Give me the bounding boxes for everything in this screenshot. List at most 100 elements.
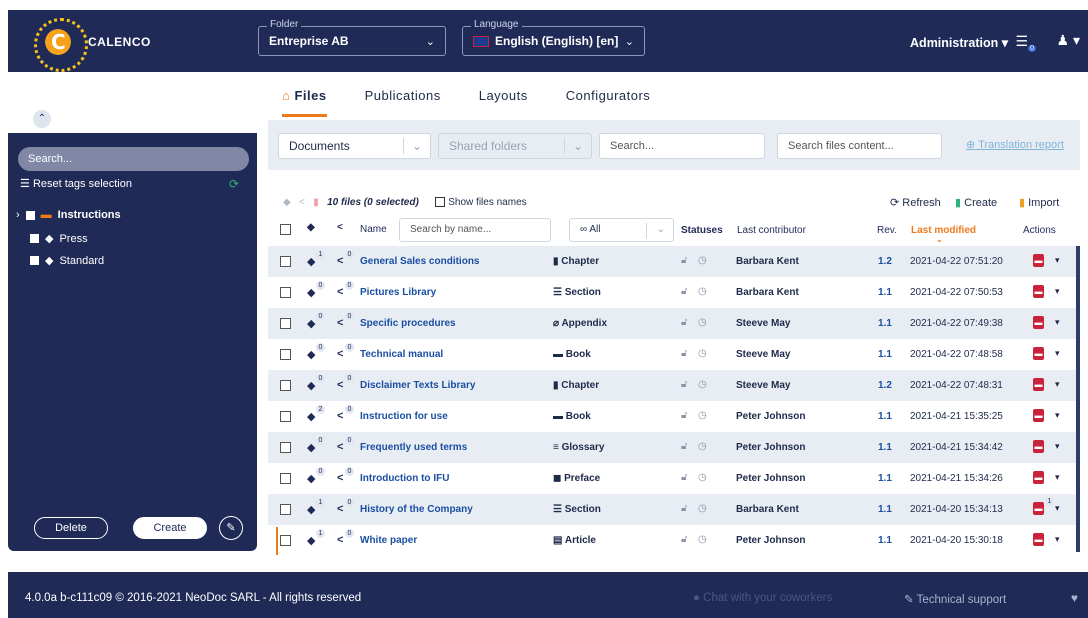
caret-down-icon[interactable]: ▾ (1055, 534, 1060, 545)
tag-icon[interactable]: ◆ (307, 379, 315, 392)
content-search-input[interactable]: Search files content... (777, 133, 942, 159)
caret-down-icon[interactable]: ▾ (1055, 472, 1060, 483)
row-checkbox[interactable] (280, 256, 291, 267)
table-row[interactable]: ◆ 1 < 0 History of the Company ☰ Section… (268, 494, 1076, 525)
tag-icon[interactable]: ◆ (307, 255, 315, 268)
revision-link[interactable]: 1.1 (878, 318, 892, 329)
tree-item-press[interactable]: ◆ Press (30, 232, 88, 245)
language-select[interactable]: Language English (English) [en] ⌄ (462, 19, 645, 56)
caret-down-icon[interactable]: ▾ (1055, 317, 1060, 328)
revision-link[interactable]: 1.1 (878, 535, 892, 546)
tree-item-instructions[interactable]: › ▬ Instructions (16, 209, 121, 221)
pdf-icon[interactable]: ▬ (1033, 254, 1044, 267)
table-row[interactable]: ◆ 0 < 0 Frequently used terms ≡ Glossary… (268, 432, 1076, 463)
share-icon[interactable]: < (337, 255, 343, 267)
column-rev[interactable]: Rev. (877, 225, 897, 236)
tab-publications[interactable]: Publications (365, 88, 441, 117)
pdf-icon[interactable]: ▬ (1033, 471, 1044, 484)
share-icon[interactable]: < (337, 503, 343, 515)
tab-layouts[interactable]: Layouts (479, 88, 528, 117)
support-link[interactable]: ✎ Technical support (904, 592, 1006, 606)
row-checkbox[interactable] (280, 504, 291, 515)
shared-folders-select[interactable]: Shared folders ⌄ (438, 133, 592, 159)
checkbox[interactable] (30, 256, 39, 265)
select-all-checkbox[interactable] (280, 224, 291, 235)
table-row[interactable]: ◆ 1 < 0 General Sales conditions ▮ Chapt… (268, 246, 1076, 277)
revision-link[interactable]: 1.1 (878, 287, 892, 298)
column-name[interactable]: Name (360, 224, 387, 235)
trash-icon[interactable]: ▮ (313, 197, 319, 208)
import-button[interactable]: ▮ Import (1019, 196, 1059, 209)
share-icon[interactable]: < (337, 472, 343, 484)
show-names-checkbox[interactable] (435, 197, 446, 208)
caret-down-icon[interactable]: ▾ (1055, 348, 1060, 359)
scrollbar[interactable] (1076, 246, 1080, 552)
row-checkbox[interactable] (280, 473, 291, 484)
tag-icon[interactable]: ◆ (307, 472, 315, 485)
share-icon[interactable]: < (337, 286, 343, 298)
refresh-button[interactable]: ⟳ Refresh (890, 196, 941, 209)
table-row[interactable]: ◆ 0 < 0 Introduction to IFU ◼ Preface 🔓︎… (268, 463, 1076, 494)
translation-report-link[interactable]: ⊕ Translation report (966, 138, 1064, 151)
logo[interactable]: C CALENCO (34, 18, 151, 72)
tags-sort-icon[interactable]: ◆ (307, 222, 315, 233)
revision-link[interactable]: 1.1 (878, 504, 892, 515)
revision-link[interactable]: 1.1 (878, 349, 892, 360)
chat-link[interactable]: ● Chat with your coworkers (693, 592, 832, 604)
reset-tags-button[interactable]: ☰ Reset tags selection (20, 177, 132, 190)
delete-button[interactable]: Delete (34, 517, 108, 539)
type-filter-select[interactable]: ∞ All ⌄ (569, 218, 674, 242)
create-button[interactable]: Create (133, 517, 207, 539)
revision-link[interactable]: 1.2 (878, 380, 892, 391)
file-name-link[interactable]: Technical manual (360, 349, 443, 360)
file-name-link[interactable]: White paper (360, 535, 417, 546)
search-input[interactable]: Search... (599, 133, 765, 159)
row-checkbox[interactable] (280, 380, 291, 391)
row-checkbox[interactable] (280, 535, 291, 546)
pdf-icon[interactable]: ▬ (1033, 378, 1044, 391)
tab-configurators[interactable]: Configurators (566, 88, 651, 117)
row-checkbox[interactable] (280, 318, 291, 329)
shares-sort-icon[interactable]: < (337, 222, 343, 233)
file-name-link[interactable]: Introduction to IFU (360, 473, 449, 484)
pdf-icon[interactable]: ▬ (1033, 347, 1044, 360)
share-icon[interactable]: < (337, 441, 343, 453)
file-name-link[interactable]: Pictures Library (360, 287, 436, 298)
file-name-link[interactable]: Disclaimer Texts Library (360, 380, 475, 391)
column-last-contributor[interactable]: Last contributor (737, 225, 806, 236)
revision-link[interactable]: 1.1 (878, 411, 892, 422)
table-row[interactable]: ◆ 0 < 0 Technical manual ▬ Book 🔓︎ ◷ Ste… (268, 339, 1076, 370)
caret-down-icon[interactable]: ▾ (1055, 503, 1060, 514)
tag-icon[interactable]: ◆ (307, 534, 315, 547)
pdf-icon[interactable]: ▬ (1033, 285, 1044, 298)
caret-down-icon[interactable]: ▾ (1055, 286, 1060, 297)
file-name-link[interactable]: General Sales conditions (360, 256, 479, 267)
file-name-link[interactable]: History of the Company (360, 504, 473, 515)
tag-icon[interactable]: ◆ (307, 286, 315, 299)
row-checkbox[interactable] (280, 349, 291, 360)
caret-down-icon[interactable]: ▾ (1055, 410, 1060, 421)
pdf-icon[interactable]: ▬ (1033, 409, 1044, 422)
checkbox[interactable] (25, 210, 35, 220)
documents-select[interactable]: Documents ⌄ (278, 133, 431, 159)
pdf-icon[interactable]: ▬ (1033, 440, 1044, 453)
row-checkbox[interactable] (280, 442, 291, 453)
refresh-tags-icon[interactable]: ⟳ (229, 177, 239, 191)
share-icon[interactable]: < (337, 317, 343, 329)
tasks-icon[interactable]: ☰ 0 (1016, 33, 1036, 52)
share-icon[interactable]: < (337, 534, 343, 546)
tab-files[interactable]: ⌂ Files (282, 88, 327, 117)
table-row[interactable]: ◆ 1 < 0 White paper ▤ Article 🔓︎ ◷ Peter… (268, 525, 1076, 556)
row-checkbox[interactable] (280, 287, 291, 298)
pdf-icon[interactable]: ▬ (1033, 502, 1044, 515)
tree-item-standard[interactable]: ◆ Standard (30, 254, 104, 267)
name-filter-input[interactable]: Search by name... (399, 218, 551, 242)
share-icon[interactable]: < (299, 197, 305, 208)
column-last-modified[interactable]: Last modified (911, 225, 976, 236)
tag-search-input[interactable]: Search... (18, 147, 249, 171)
folder-select[interactable]: Folder Entreprise AB ⌄ (258, 19, 446, 56)
tag-icon[interactable]: ◆ (307, 441, 315, 454)
table-row[interactable]: ◆ 2 < 0 Instruction for use ▬ Book 🔓︎ ◷ … (268, 401, 1076, 432)
heart-icon[interactable]: ♥ (1071, 591, 1078, 605)
pdf-icon[interactable]: ▬ (1033, 533, 1044, 546)
